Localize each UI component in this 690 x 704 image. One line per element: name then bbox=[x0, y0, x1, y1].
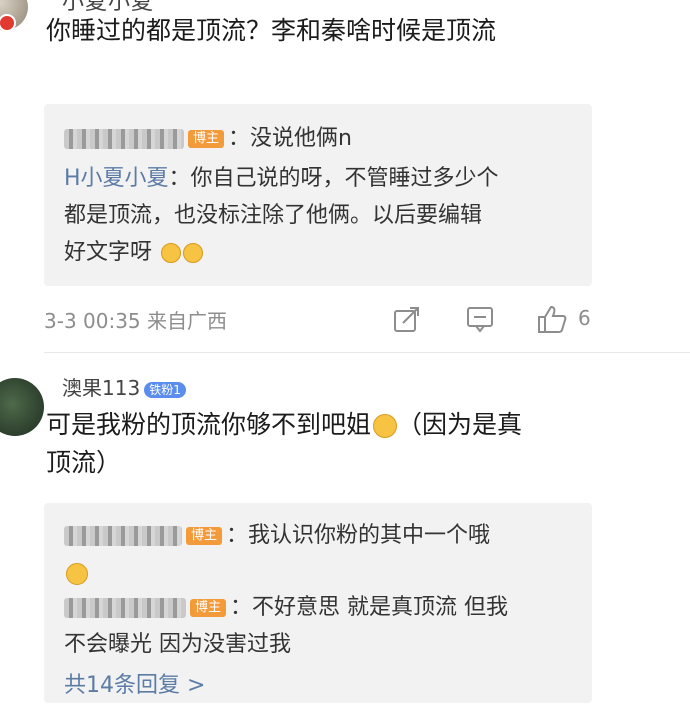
comment-icon[interactable] bbox=[466, 305, 494, 333]
laugh-emoji-icon bbox=[161, 243, 182, 263]
blurred-username[interactable] bbox=[64, 129, 184, 149]
fan-badge: 铁粉1 bbox=[144, 381, 186, 398]
reply-line: 不会曝光 因为没害过我 bbox=[64, 632, 291, 657]
reply-line: 博主 ：没说他俩n bbox=[64, 120, 352, 157]
blogger-badge: 博主 bbox=[186, 527, 223, 545]
reply-line: 好文字呀 bbox=[64, 234, 204, 271]
reply-line: 博主 ：我认识你粉的其中一个哦 bbox=[64, 517, 490, 554]
reply-line bbox=[64, 555, 88, 592]
comment-text: 可是我粉的顶流你够不到吧姐 （因为是真 顶流） bbox=[46, 410, 523, 477]
reply-line: 都是顶流，也没标注除了他俩。以后要编辑 bbox=[64, 203, 483, 228]
thumbs-up-icon[interactable] bbox=[536, 304, 568, 334]
blurred-username[interactable] bbox=[64, 526, 182, 546]
share-icon[interactable] bbox=[393, 305, 421, 333]
like-count: 6 bbox=[578, 306, 591, 330]
more-replies-link[interactable]: 共14条回复 > bbox=[64, 667, 205, 704]
blurred-username[interactable] bbox=[64, 598, 186, 618]
comment-meta: 3-3 00:35 来自广西 bbox=[44, 309, 228, 333]
reply-box[interactable]: 博主 ：没说他俩n H小夏小夏：你自己说的呀，不管睡过多少个 都是顶流，也没标注除… bbox=[44, 104, 592, 286]
blogger-badge: 博主 bbox=[188, 130, 225, 148]
reply-author-link[interactable]: H小夏小夏 bbox=[64, 166, 169, 191]
comment-text: 你睡过的都是顶流？李和秦啥时候是顶流 bbox=[46, 16, 497, 45]
divider bbox=[44, 352, 690, 353]
username[interactable]: 澳果113 铁粉1 bbox=[62, 372, 186, 401]
avatar[interactable] bbox=[0, 0, 28, 32]
laugh-emoji-icon bbox=[183, 243, 204, 263]
surprised-emoji-icon bbox=[66, 563, 88, 585]
verified-icon bbox=[0, 14, 16, 32]
avatar[interactable] bbox=[0, 378, 44, 436]
reply-line: 博主 ：不好意思 就是真顶流 但我 bbox=[64, 589, 508, 626]
dog-emoji-icon bbox=[373, 414, 398, 438]
reply-box[interactable]: 博主 ：我认识你粉的其中一个哦 博主 ：不好意思 就是真顶流 但我 不会曝光 因为没… bbox=[44, 503, 592, 703]
blogger-badge: 博主 bbox=[190, 599, 227, 617]
reply-line: H小夏小夏：你自己说的呀，不管睡过多少个 bbox=[64, 166, 499, 191]
